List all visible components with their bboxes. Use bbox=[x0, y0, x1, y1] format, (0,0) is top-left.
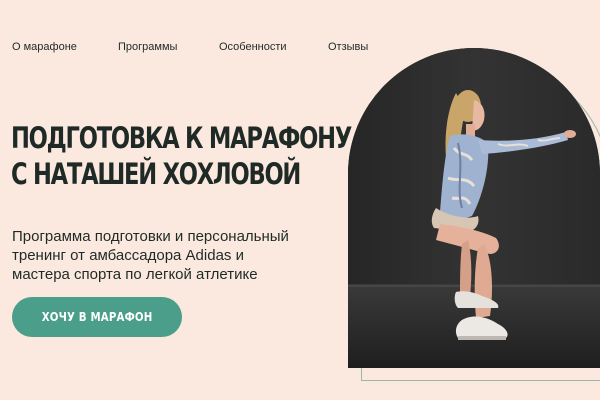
hero-photo bbox=[348, 48, 600, 368]
nav-link-about-marathon[interactable]: О марафоне bbox=[12, 41, 77, 53]
nav-link-programs[interactable]: Программы bbox=[118, 41, 177, 53]
hero-title-line-1: ПОДГОТОВКА К МАРАФОНУ bbox=[11, 121, 352, 155]
nav-link-features[interactable]: Особенности bbox=[219, 41, 287, 53]
hero-description-line-1: Программа подготовки и персональный bbox=[12, 228, 289, 245]
join-marathon-button[interactable]: ХОЧУ В МАРАФОН bbox=[12, 297, 182, 337]
hero-title: ПОДГОТОВКА К МАРАФОНУ С НАТАШЕЙ ХОХЛОВОЙ bbox=[11, 120, 352, 192]
hero-title-line-2: С НАТАШЕЙ ХОХЛОВОЙ bbox=[11, 157, 301, 191]
join-marathon-button-label: ХОЧУ В МАРАФОН bbox=[41, 310, 153, 324]
landing-page: О марафоне Программы Особенности Отзывы … bbox=[0, 0, 600, 400]
nav-link-reviews[interactable]: Отзывы bbox=[328, 41, 368, 53]
hero-description-line-3: мастера спорта по легкой атлетике bbox=[12, 266, 258, 283]
athlete-squat-image bbox=[348, 48, 600, 368]
hero-description: Программа подготовки и персональный трен… bbox=[12, 227, 342, 284]
hero-description-line-2: тренинг от амбассадора Adidas и bbox=[12, 247, 244, 264]
